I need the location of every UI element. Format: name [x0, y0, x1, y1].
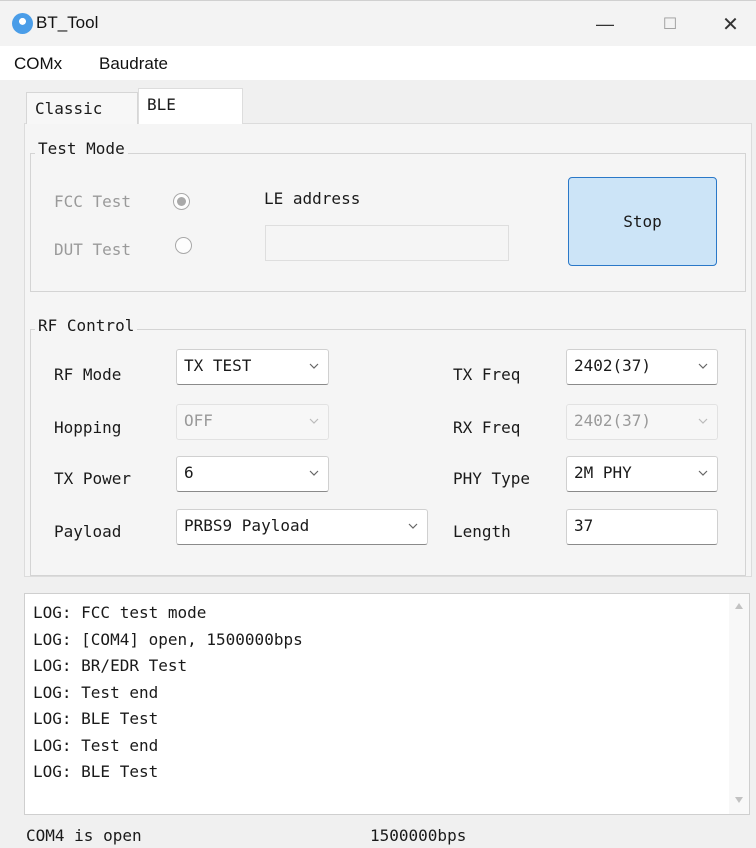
dut-test-radio[interactable]: [175, 237, 192, 254]
tx-freq-select[interactable]: 2402(37): [566, 349, 718, 385]
log-scrollbar[interactable]: [729, 594, 749, 814]
payload-label: Payload: [54, 522, 122, 541]
fcc-test-label: FCC Test: [54, 192, 132, 211]
rf-mode-label: RF Mode: [54, 365, 122, 384]
app-icon: [12, 13, 33, 34]
log-line: LOG: BLE Test: [33, 762, 159, 781]
le-address-input[interactable]: [265, 225, 509, 261]
chevron-down-icon: [698, 418, 708, 424]
status-baud: 1500000bps: [370, 826, 467, 845]
log-line: LOG: Test end: [33, 735, 159, 755]
status-port: COM4 is open: [26, 826, 142, 845]
log-line: LOG: [COM4] open, 1500000bps: [33, 629, 303, 649]
log-line: LOG: Test end: [33, 682, 159, 702]
log-line: LOG: FCC test mode: [33, 603, 207, 622]
payload-select[interactable]: PRBS9 Payload: [176, 509, 428, 545]
chevron-down-icon: [408, 523, 418, 529]
log-line: LOG: BLE Test: [33, 709, 159, 728]
tx-freq-value: 2402(37): [574, 356, 652, 375]
dut-test-label: DUT Test: [54, 240, 132, 259]
tx-freq-label: TX Freq: [453, 365, 521, 384]
rx-freq-value: 2402(37): [574, 411, 652, 430]
scroll-up-icon[interactable]: [734, 602, 744, 610]
chevron-down-icon: [309, 418, 319, 424]
scroll-down-icon[interactable]: [734, 796, 744, 804]
tx-power-value: 6: [184, 463, 194, 482]
fcc-test-radio[interactable]: [173, 193, 190, 210]
length-value: 37: [574, 516, 594, 535]
log-line: LOG: BR/EDR Test: [33, 656, 188, 675]
phy-type-label: PHY Type: [453, 469, 531, 488]
menu-comx[interactable]: COMx: [14, 54, 62, 74]
length-input[interactable]: 37: [566, 509, 718, 545]
menu-baudrate[interactable]: Baudrate: [99, 54, 168, 74]
rx-freq-select[interactable]: 2402(37): [566, 404, 718, 440]
minimize-button[interactable]: —: [575, 7, 635, 41]
hopping-value: OFF: [184, 411, 213, 430]
window-title: BT_Tool: [36, 13, 99, 32]
stop-button[interactable]: Stop: [568, 177, 717, 266]
tx-power-label: TX Power: [54, 469, 132, 488]
tab-classic[interactable]: Classic: [26, 92, 138, 124]
chevron-down-icon: [698, 363, 708, 369]
tab-ble[interactable]: BLE: [138, 88, 243, 124]
chevron-down-icon: [309, 363, 319, 369]
test-mode-title: Test Mode: [35, 139, 128, 158]
phy-type-value: 2M PHY: [574, 463, 632, 482]
chevron-down-icon: [698, 470, 708, 476]
hopping-label: Hopping: [54, 418, 122, 437]
title-bar: BT_Tool — ☐ ✕: [0, 0, 756, 47]
tx-power-select[interactable]: 6: [176, 456, 329, 492]
log-area[interactable]: LOG: FCC test mode LOG: [COM4] open, 150…: [24, 593, 750, 815]
payload-value: PRBS9 Payload: [184, 516, 310, 535]
close-button[interactable]: ✕: [705, 7, 756, 41]
menu-bar: COMx Baudrate: [0, 46, 756, 80]
hopping-select[interactable]: OFF: [176, 404, 329, 440]
rf-mode-value: TX TEST: [184, 356, 252, 375]
maximize-button[interactable]: ☐: [640, 7, 700, 41]
rx-freq-label: RX Freq: [453, 418, 521, 437]
rf-mode-select[interactable]: TX TEST: [176, 349, 329, 385]
le-address-label: LE address: [264, 189, 361, 208]
phy-type-select[interactable]: 2M PHY: [566, 456, 718, 492]
chevron-down-icon: [309, 470, 319, 476]
length-label: Length: [453, 522, 511, 541]
rf-control-title: RF Control: [35, 316, 138, 335]
log-lines: LOG: FCC test mode LOG: [COM4] open, 150…: [33, 600, 303, 786]
